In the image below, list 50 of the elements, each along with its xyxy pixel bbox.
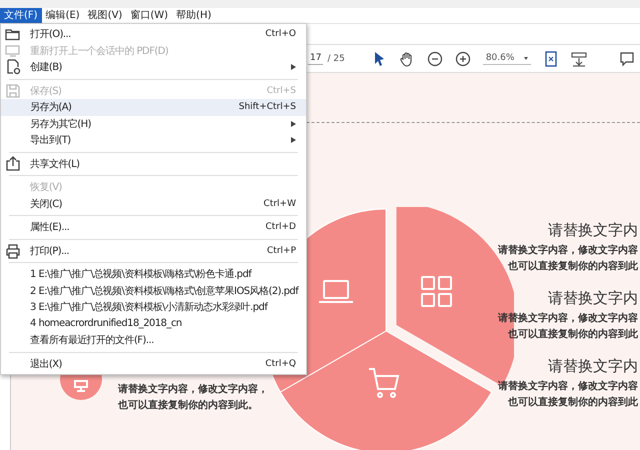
body-text: 请替换文字内容，修改文字内容 xyxy=(498,311,638,326)
menu-item[interactable]: 查看所有最近打开的文件(F)... xyxy=(1,332,306,348)
menu-item[interactable]: 共享文件(L) xyxy=(1,156,306,172)
menu-item[interactable]: 创建(B) xyxy=(1,59,306,76)
shopping-cart-icon xyxy=(369,368,400,398)
menu-item[interactable]: 属性(E)... Ctrl+D xyxy=(1,219,306,236)
submenu-arrow-icon xyxy=(291,120,296,127)
menu-item[interactable]: 4 homeacrordrunified18_2018_cn xyxy=(1,316,306,332)
caret-icon xyxy=(524,56,528,60)
monitor-icon xyxy=(5,42,21,59)
menu-item[interactable]: 3 E:\推广\推广\总视频\资料模板\小清新动态水彩绿叶.pdf xyxy=(1,299,306,316)
zoom-dropdown[interactable]: 80.6% xyxy=(482,52,532,65)
heading-text: 请替换文字内 xyxy=(548,289,638,308)
zoom-in-icon[interactable] xyxy=(454,50,471,66)
body-text: 也可以直接复制你的内容到此。 xyxy=(118,398,259,413)
menu-bar-item[interactable]: 编辑(E) xyxy=(42,8,84,23)
zoom-out-icon[interactable] xyxy=(426,50,443,66)
menu-bar-item[interactable]: 帮助(H) xyxy=(172,8,216,23)
menu-bar-item[interactable]: 窗口(W) xyxy=(126,8,172,23)
body-text: 也可以直接复制你的内容到此 xyxy=(508,327,638,342)
menu-item[interactable]: 打印(P)... Ctrl+P xyxy=(1,242,306,259)
body-text: 请替换文字内容，修改文字内容， xyxy=(118,382,268,397)
menu-item[interactable]: 另存为其它(H) xyxy=(1,116,306,132)
body-text: 请替换文字内容，修改文字内容 xyxy=(498,243,638,258)
menu-item[interactable]: 退出(X) Ctrl+Q xyxy=(1,356,306,372)
heading-text: 请替换文字内 xyxy=(548,357,638,376)
menu-item[interactable]: 关闭(C) Ctrl+W xyxy=(1,196,306,212)
body-text: 也可以直接复制你的内容到此 xyxy=(508,395,638,410)
body-text: 请替换文字内容，修改文字内容 xyxy=(498,379,638,394)
body-text: 也可以直接复制你的内容到此 xyxy=(508,259,638,274)
menu-item[interactable]: 打开(O)... Ctrl+O xyxy=(1,26,306,42)
save-icon xyxy=(5,82,21,99)
menu-item[interactable]: 导出到(T) xyxy=(1,132,306,148)
menu-bar-item[interactable]: 视图(V) xyxy=(84,8,126,23)
monitor-icon xyxy=(74,380,88,392)
share-icon xyxy=(5,156,21,172)
submenu-arrow-icon xyxy=(291,137,296,144)
laptop-icon xyxy=(319,280,353,303)
menu-item[interactable]: 1 E:\推广\推广\总视频\资料模板\嗨格式\粉色卡通.pdf xyxy=(1,266,306,282)
heading-text: 请替换文字内 xyxy=(548,221,638,240)
menu-item[interactable]: 另存为(A) Shift+Ctrl+S xyxy=(1,99,306,116)
scroll-mode-icon[interactable] xyxy=(571,50,588,66)
submenu-arrow-icon xyxy=(291,64,296,70)
print-icon xyxy=(5,242,21,259)
page-number-field[interactable]: 17 xyxy=(308,52,324,65)
page-total: / 25 xyxy=(327,54,345,64)
menu-item[interactable]: 2 E:\推广\推广\总视频\资料模板\嗨格式\创意苹果IOS风格(2).pdf xyxy=(1,282,306,299)
grid-icon xyxy=(421,276,452,307)
comment-icon[interactable] xyxy=(619,50,636,66)
menu-bar-item[interactable]: 文件(F) xyxy=(0,8,42,23)
